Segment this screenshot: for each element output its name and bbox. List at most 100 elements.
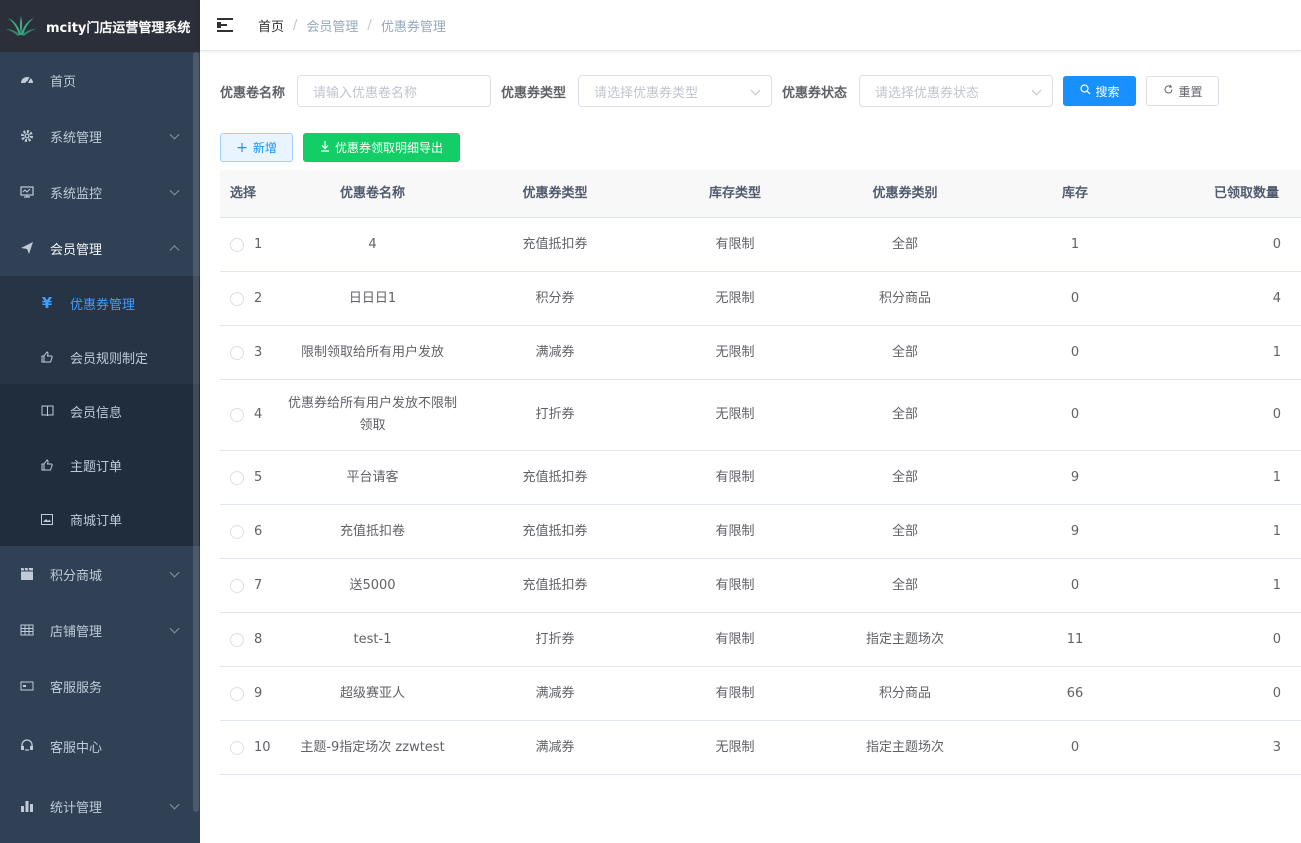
sidebar-item-customer-service[interactable]: 客服服务 — [0, 658, 200, 714]
sidebar-item-label: 统计管理 — [50, 800, 103, 816]
search-button[interactable]: 搜索 — [1063, 76, 1137, 106]
table-row[interactable]: 6 充值抵扣卷 充值抵扣券 有限制 全部 9 1 — [220, 505, 1301, 559]
coupon-status-placeholder: 请选择优惠券状态 — [875, 85, 980, 101]
book-icon — [40, 405, 54, 417]
sidebar-item-member-rules[interactable]: 会员规则制定 — [0, 330, 200, 384]
sidebar-item-label: 首页 — [50, 74, 77, 90]
column-header: 优惠卷名称 — [339, 185, 405, 201]
coupon-status-select[interactable]: 请选择优惠券状态 — [859, 75, 1054, 107]
column-header: 优惠券类型 — [522, 185, 588, 201]
monitor-icon — [20, 185, 34, 199]
claimed-count-cell: 0 — [1272, 631, 1281, 647]
claimed-count-cell: 1 — [1272, 523, 1281, 539]
breadcrumb-member[interactable]: 会员管理 — [306, 16, 358, 35]
breadcrumb-home[interactable]: 首页 — [258, 16, 284, 35]
row-radio[interactable] — [230, 578, 244, 593]
row-radio[interactable] — [230, 345, 244, 360]
coupon-name-cell: 充值抵扣卷 — [339, 523, 405, 539]
picture-icon — [40, 513, 54, 525]
paper-plane-icon — [20, 241, 34, 255]
reset-button[interactable]: 重置 — [1146, 76, 1220, 106]
coupon-name-input[interactable]: 请输入优惠卷名称 — [297, 75, 492, 107]
row-radio[interactable] — [230, 524, 244, 539]
chevron-down-icon — [169, 623, 180, 634]
claimed-count-cell: 1 — [1272, 577, 1281, 593]
add-button-label: 新增 — [252, 141, 277, 155]
stock-type-cell: 无限制 — [715, 407, 755, 422]
coupon-name-cell: 日日日1 — [348, 290, 397, 306]
row-radio[interactable] — [230, 237, 244, 252]
stock-type-cell: 无限制 — [715, 739, 755, 755]
gear-icon — [20, 129, 34, 143]
table-row[interactable]: 9 超级赛亚人 满减券 有限制 积分商品 66 0 — [220, 667, 1301, 721]
coupon-type-cell: 打折券 — [535, 407, 575, 422]
table-row[interactable]: 4 优惠券给所有用户发放不限制领取 打折券 无限制 全部 0 0 — [220, 380, 1301, 451]
row-radio[interactable] — [230, 408, 244, 422]
search-form: 优惠卷名称 请输入优惠卷名称 优惠券类型 请选择优惠券类型 优惠券状态 请选择优… — [220, 75, 1220, 107]
add-button[interactable]: + 新增 — [220, 133, 293, 162]
logo-bar[interactable]: mcity门店运营管理系统 — [0, 0, 200, 52]
coupon-type-cell: 充值抵扣券 — [522, 469, 588, 485]
sidebar-item-label: 会员管理 — [50, 242, 103, 258]
coupon-name-cell: 送5000 — [349, 577, 396, 593]
claimed-count-cell: 1 — [1272, 469, 1281, 485]
select-cell: 2 — [220, 288, 280, 310]
row-radio[interactable] — [230, 740, 244, 755]
stock-cell: 0 — [1070, 290, 1080, 306]
row-index: 7 — [254, 577, 263, 593]
sidebar-item-points-mall[interactable]: 积分商城 — [0, 546, 200, 602]
sidebar-item-label: 积分商城 — [50, 568, 103, 584]
table-row[interactable]: 7 送5000 充值抵扣券 有限制 全部 0 1 — [220, 559, 1301, 613]
hamburger-menu-icon[interactable] — [217, 18, 233, 32]
sidebar-scrollbar[interactable] — [193, 52, 199, 812]
table-row[interactable]: 5 平台请客 充值抵扣券 有限制 全部 9 1 — [220, 451, 1301, 505]
table-row[interactable]: 1 4 充值抵扣券 有限制 全部 1 0 — [220, 218, 1301, 272]
coupon-name-cell: 限制领取给所有用户发放 — [300, 344, 444, 360]
coupon-category-cell: 积分商品 — [878, 290, 931, 306]
sidebar-item-member[interactable]: 会员管理 — [0, 220, 200, 276]
table-row[interactable]: 3 限制领取给所有用户发放 满减券 无限制 全部 0 1 — [220, 326, 1301, 380]
coupon-type-select[interactable]: 请选择优惠券类型 — [578, 75, 773, 107]
app-title: mcity门店运营管理系统 — [46, 20, 191, 36]
stock-type-cell: 有限制 — [715, 236, 755, 252]
member-submenu: ¥ 优惠券管理 会员规则制定 会员信息 主题订单 商城订单 — [0, 276, 200, 546]
table-row[interactable]: 2 日日日1 积分券 无限制 积分商品 0 4 — [220, 272, 1301, 326]
stock-type-cell: 有限制 — [715, 469, 755, 485]
stock-cell: 0 — [1070, 407, 1080, 422]
sidebar-item-member-info[interactable]: 会员信息 — [0, 384, 200, 438]
breadcrumb-separator: / — [293, 17, 298, 33]
sidebar-item-stores[interactable]: 店铺管理 — [0, 602, 200, 658]
claimed-count-cell: 0 — [1272, 407, 1281, 422]
reset-button-label: 重置 — [1178, 84, 1203, 99]
sidebar-item-service-center[interactable]: 客服中心 — [0, 714, 200, 778]
coupon-name-cell: 主题-9指定场次 zzwtest — [300, 739, 445, 755]
column-header: 优惠券类别 — [872, 185, 938, 201]
coupon-name-placeholder: 请输入优惠卷名称 — [313, 85, 418, 101]
table-row[interactable]: 10 主题-9指定场次 zzwtest 满减券 无限制 指定主题场次 0 3 — [220, 721, 1301, 775]
coupon-status-label: 优惠券状态 — [782, 85, 848, 101]
row-radio[interactable] — [230, 470, 244, 485]
sidebar-item-coupons[interactable]: ¥ 优惠券管理 — [0, 276, 200, 330]
sidebar-item-statistics[interactable]: 统计管理 — [0, 778, 200, 834]
row-radio[interactable] — [230, 686, 244, 701]
sidebar-item-home[interactable]: 首页 — [0, 52, 200, 108]
sidebar-item-label: 客服中心 — [50, 740, 103, 756]
row-radio[interactable] — [230, 632, 244, 647]
row-index: 10 — [254, 739, 271, 755]
column-header: 已领取数量 — [1213, 185, 1279, 201]
sidebar-item-system[interactable]: 系统管理 — [0, 108, 200, 164]
sidebar-item-theme-orders[interactable]: 主题订单 — [0, 438, 200, 492]
stock-cell: 0 — [1070, 344, 1080, 360]
download-icon — [320, 140, 330, 155]
claimed-count-cell: 0 — [1272, 685, 1281, 701]
search-button-label: 搜索 — [1095, 84, 1120, 99]
chevron-down-icon — [169, 799, 180, 810]
table-row[interactable]: 8 test-1 打折券 有限制 指定主题场次 11 0 — [220, 613, 1301, 667]
row-radio[interactable] — [230, 291, 244, 306]
sidebar-item-mall-orders[interactable]: 商城订单 — [0, 492, 200, 546]
export-button[interactable]: 优惠券领取明细导出 — [303, 133, 460, 162]
sidebar-item-label: 优惠券管理 — [70, 297, 136, 313]
select-cell: 9 — [220, 683, 280, 705]
sidebar-item-monitor[interactable]: 系统监控 — [0, 164, 200, 220]
coupon-type-cell: 满减券 — [535, 739, 575, 755]
